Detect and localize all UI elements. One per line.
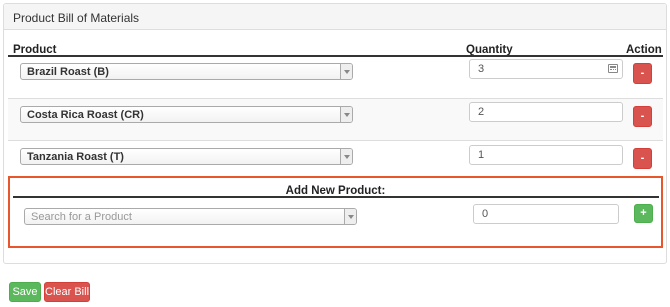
product-select[interactable]: Costa Rica Roast (CR) [20,106,353,123]
new-quantity-value: 0 [482,208,489,220]
add-product-button[interactable]: + [634,204,653,223]
quantity-input[interactable]: 3 [469,59,623,79]
calculator-icon[interactable] [608,64,618,73]
panel-title: Product Bill of Materials [4,4,666,30]
table-row: Brazil Roast (B) 3 - [8,57,663,99]
remove-product-button[interactable]: - [633,106,652,127]
new-quantity-input[interactable]: 0 [473,204,619,224]
product-select-value: Brazil Roast (B) [27,66,109,78]
chevron-down-icon[interactable] [340,149,352,164]
quantity-value: 2 [478,106,485,118]
remove-product-button[interactable]: - [633,148,652,169]
add-new-product-section: Add New Product: Search for a Product 0 … [8,176,663,248]
clear-bill-button[interactable]: Clear Bill [44,282,90,302]
chevron-down-icon[interactable] [340,64,352,79]
remove-product-button[interactable]: - [633,63,652,84]
product-select[interactable]: Tanzania Roast (T) [20,148,353,165]
table-row: Costa Rica Roast (CR) 2 - [8,99,663,141]
quantity-value: 3 [478,63,485,75]
table-row: Tanzania Roast (T) 1 - [8,141,663,176]
quantity-value: 1 [478,149,485,161]
add-new-divider [13,196,659,198]
product-select-value: Costa Rica Roast (CR) [27,109,144,121]
product-search-placeholder: Search for a Product [31,211,132,223]
quantity-input[interactable]: 1 [469,145,623,165]
chevron-down-icon[interactable] [344,209,356,224]
product-select[interactable]: Brazil Roast (B) [20,63,353,80]
product-search-select[interactable]: Search for a Product [24,208,357,225]
save-button[interactable]: Save [9,282,41,302]
chevron-down-icon[interactable] [340,107,352,122]
quantity-input[interactable]: 2 [469,102,623,122]
product-select-value: Tanzania Roast (T) [27,151,124,163]
